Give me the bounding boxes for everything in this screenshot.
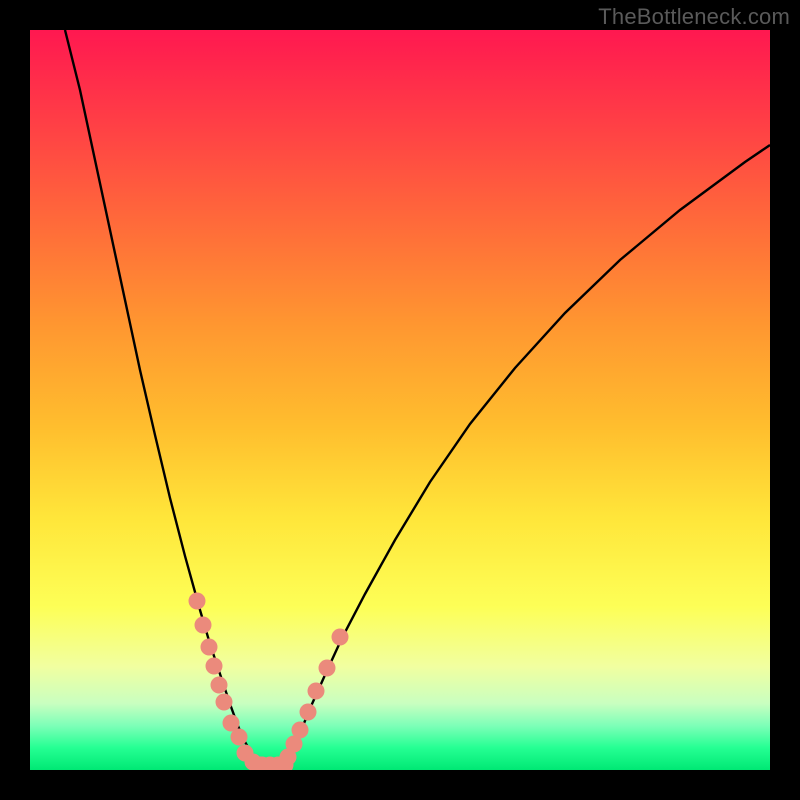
data-marker xyxy=(332,629,349,646)
data-marker xyxy=(206,658,223,675)
data-marker xyxy=(216,694,233,711)
marker-group xyxy=(189,593,349,771)
curve-group xyxy=(65,30,770,765)
data-marker xyxy=(300,704,317,721)
data-marker xyxy=(211,677,228,694)
data-marker xyxy=(189,593,206,610)
left-curve xyxy=(65,30,260,765)
chart-frame: TheBottleneck.com xyxy=(0,0,800,800)
chart-svg xyxy=(30,30,770,770)
right-curve xyxy=(285,145,770,765)
data-marker xyxy=(231,729,248,746)
data-marker xyxy=(195,617,212,634)
watermark-text: TheBottleneck.com xyxy=(598,4,790,30)
plot-area xyxy=(30,30,770,770)
data-marker xyxy=(319,660,336,677)
data-marker xyxy=(292,722,309,739)
data-marker xyxy=(201,639,218,656)
data-marker xyxy=(308,683,325,700)
